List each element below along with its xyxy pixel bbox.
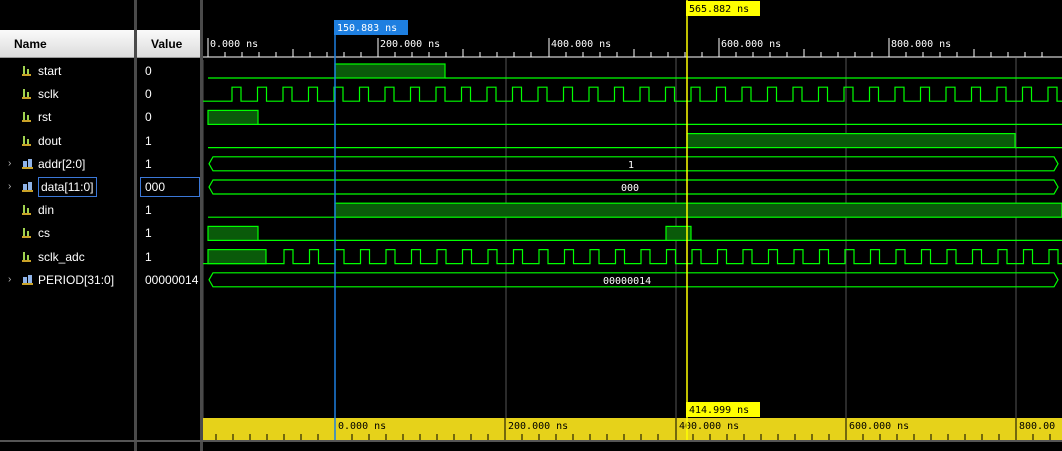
bottom-divider — [0, 440, 1062, 442]
data-bus-wave-text: 000 — [621, 183, 639, 194]
signal-row-data-11-0[interactable]: › data[11:0] — [0, 176, 134, 198]
yellow-cursor-delta-label: 414.999 ns — [689, 405, 749, 416]
signal-row-cs[interactable]: cs — [0, 222, 134, 244]
sclk-adc-initial-high — [207, 249, 267, 265]
signal-row-rst[interactable]: rst — [0, 106, 134, 128]
delta-ruler[interactable] — [203, 418, 1062, 440]
signal-row-period-31-0[interactable]: › PERIOD[31:0] — [0, 269, 134, 291]
delta-label: 200.000 ns — [508, 421, 568, 432]
signal-row-addr-2-0[interactable]: › addr[2:0] — [0, 153, 134, 175]
rst-wave-high — [207, 109, 259, 126]
delta-label: 0.000 ns — [338, 421, 386, 432]
waveform-view[interactable]: 0.000 ns 200.000 ns 400.000 ns 600.000 ns 80… — [203, 0, 1062, 451]
signal-name-label: cs — [38, 226, 50, 241]
bus-signal-icon — [22, 158, 33, 169]
cs-wave-high — [207, 225, 259, 241]
waveform-canvas[interactable]: 0.000 ns 200.000 ns 400.000 ns 600.000 ns 80… — [203, 0, 1062, 451]
ruler-label: 600.000 ns — [721, 39, 781, 50]
signal-value: 0 — [145, 87, 152, 102]
bit-signal-icon — [22, 66, 31, 76]
delta-label: 600.000 ns — [849, 421, 909, 432]
din-wave-high — [334, 202, 1062, 218]
signal-name-label: sclk — [38, 87, 59, 102]
signal-row-din[interactable]: din — [0, 199, 134, 221]
signal-value: 1 — [145, 203, 152, 218]
blue-cursor-label: 150.883 ns — [337, 23, 397, 34]
bit-signal-icon — [22, 89, 31, 100]
signal-row-start[interactable]: start — [0, 60, 134, 82]
signal-row-dout[interactable]: dout — [0, 130, 134, 152]
bit-signal-icon — [22, 135, 31, 146]
delta-label: 800.00 — [1019, 421, 1055, 432]
yellow-cursor-label: 565.882 ns — [689, 4, 749, 15]
signal-name-label: dout — [38, 133, 62, 148]
signal-value: 0 — [145, 64, 152, 78]
bit-signal-icon — [22, 228, 31, 239]
signal-row-sclk-adc[interactable]: sclk_adc — [0, 246, 134, 268]
name-column-header[interactable]: Name — [0, 30, 134, 58]
signal-value: 00000014 — [145, 272, 199, 287]
delta-label: 400.000 ns — [679, 421, 739, 432]
value-column-header[interactable]: Value — [137, 30, 200, 58]
signal-name-label: sclk_adc — [38, 249, 85, 264]
addr-bus-wave-text: 1 — [628, 160, 634, 171]
bus-signal-icon — [22, 274, 33, 285]
signal-name-label: PERIOD[31:0] — [38, 272, 115, 287]
bit-signal-icon — [22, 251, 31, 262]
signal-name-label: data[11:0] — [38, 177, 97, 197]
signal-row-sclk[interactable]: sclk — [0, 83, 134, 105]
sclk-adc-wave — [203, 249, 1062, 265]
bus-signal-icon — [22, 182, 33, 192]
period-bus-wave-text: 00000014 — [603, 276, 651, 287]
signal-name-label: din — [38, 203, 55, 218]
signal-value: 1 — [145, 249, 152, 264]
dout-wave-high — [686, 133, 1016, 149]
signal-name-label: start — [38, 64, 62, 78]
start-wave-high — [334, 63, 446, 79]
bit-signal-icon — [22, 205, 31, 216]
signal-name-label: rst — [38, 110, 52, 125]
sclk-wave — [203, 86, 1062, 102]
bit-signal-icon — [22, 112, 31, 123]
ruler-label: 400.000 ns — [551, 39, 611, 50]
signal-value: 0 — [145, 110, 152, 125]
ruler-label: 200.000 ns — [380, 39, 440, 50]
signal-value: 1 — [145, 226, 152, 241]
expand-chevron-icon[interactable]: › — [8, 176, 11, 198]
ruler-label: 800.000 ns — [891, 39, 951, 50]
signal-value: 1 — [145, 133, 152, 148]
signal-value: 1 — [145, 156, 152, 171]
expand-chevron-icon[interactable]: › — [8, 269, 11, 291]
expand-chevron-icon[interactable]: › — [8, 153, 11, 175]
signal-value: 000 — [145, 180, 166, 194]
signal-name-label: addr[2:0] — [38, 156, 86, 171]
ruler-label: 0.000 ns — [210, 39, 258, 50]
